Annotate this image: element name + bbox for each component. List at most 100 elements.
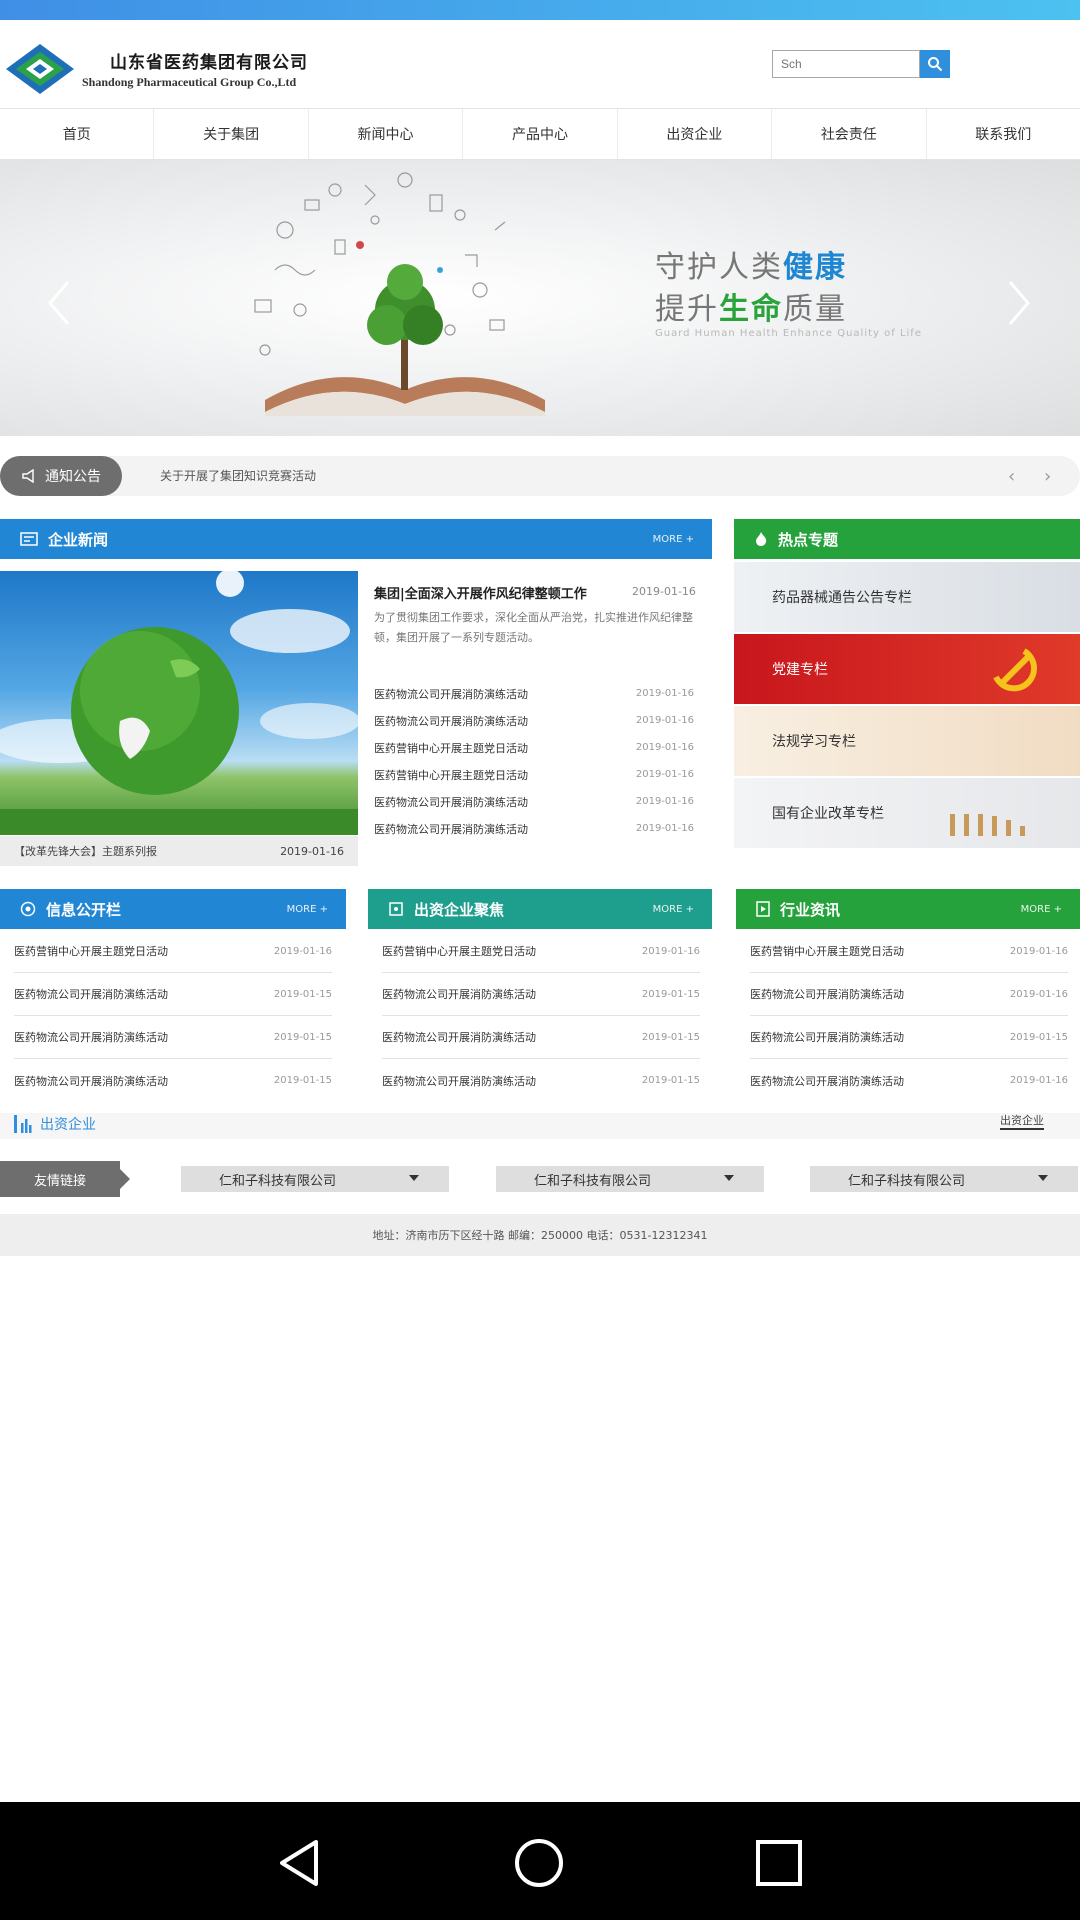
chevron-down-icon xyxy=(1038,1175,1048,1181)
news-list-item[interactable]: 医药物流公司开展消防演练活动 2019-01-16 xyxy=(374,815,694,842)
bar-chart-icon xyxy=(14,1115,32,1133)
banner-prev-arrow[interactable] xyxy=(44,278,74,328)
search-icon xyxy=(928,57,943,72)
recents-icon[interactable] xyxy=(752,1836,806,1890)
list-item[interactable]: 医药营销中心开展主题党日活动 2019-01-16 xyxy=(382,930,700,973)
main-nav: 首页 关于集团 新闻中心 产品中心 出资企业 社会责任 联系我们 xyxy=(0,108,1080,160)
invested-enterprises-title: 出资企业 xyxy=(14,1114,96,1134)
info-disclosure-more-link[interactable]: MORE + xyxy=(287,904,328,915)
topic-law-study-label: 法规学习专栏 xyxy=(772,734,856,750)
list-item[interactable]: 医药物流公司开展消防演练活动 2019-01-15 xyxy=(382,1059,700,1102)
news-headline-desc: 为了贯彻集团工作要求，深化全面从严治党，扎实推进作风纪律整顿，集团开展了一系列专… xyxy=(374,611,693,644)
news-list-item[interactable]: 医药营销中心开展主题党日活动 2019-01-16 xyxy=(374,761,694,788)
list-item[interactable]: 医药物流公司开展消防演练活动 2019-01-15 xyxy=(14,1059,332,1102)
news-featured-image[interactable] xyxy=(0,571,358,835)
notice-next-icon[interactable]: › xyxy=(1044,466,1051,487)
industry-news-list: 医药营销中心开展主题党日活动 2019-01-16 医药物流公司开展消防演练活动 2… xyxy=(750,930,1068,1102)
banner-slogan-line1: 守护人类健康 xyxy=(655,250,847,285)
enterprise-focus-header: 出资企业聚焦 MORE + xyxy=(368,889,712,929)
nav-item-home[interactable]: 首页 xyxy=(0,109,155,159)
search-input[interactable] xyxy=(775,53,917,75)
news-list-item[interactable]: 医药物流公司开展消防演练活动 2019-01-16 xyxy=(374,788,694,815)
android-nav-bar xyxy=(0,1802,1080,1920)
topic-soe-reform[interactable]: 国有企业改革专栏 xyxy=(734,778,1080,848)
status-bar xyxy=(0,0,1080,20)
nav-item-products[interactable]: 产品中心 xyxy=(463,109,618,159)
friendly-link-select-3[interactable]: 仁和子科技有限公司 xyxy=(810,1166,1078,1192)
nav-item-contact[interactable]: 联系我们 xyxy=(927,109,1080,159)
back-icon[interactable] xyxy=(272,1836,326,1890)
notice-prev-icon[interactable]: ‹ xyxy=(1008,466,1015,487)
company-news-title: 企业新闻 xyxy=(48,530,109,549)
search-button[interactable] xyxy=(920,50,950,78)
news-list-item[interactable]: 医药物流公司开展消防演练活动 2019-01-16 xyxy=(374,707,694,734)
news-image-caption[interactable]: 【改革先锋大会】主题系列报 2019-01-16 xyxy=(0,836,358,866)
document-icon xyxy=(756,901,770,917)
topic-party-building-label: 党建专栏 xyxy=(772,662,828,678)
news-list-item[interactable]: 医药物流公司开展消防演练活动 2019-01-16 xyxy=(374,680,694,707)
select-value: 仁和子科技有限公司 xyxy=(219,1173,337,1189)
search-box xyxy=(772,50,920,78)
company-news-more-link[interactable]: MORE + xyxy=(653,534,694,545)
enterprise-focus-list: 医药营销中心开展主题党日活动 2019-01-16 医药物流公司开展消防演练活动 2… xyxy=(382,930,700,1102)
nav-item-news[interactable]: 新闻中心 xyxy=(309,109,464,159)
topic-drug-notices-label: 药品器械通告公告专栏 xyxy=(772,590,912,606)
topic-soe-reform-label: 国有企业改革专栏 xyxy=(772,806,884,822)
invested-enterprises-more-link[interactable]: 出资企业 xyxy=(1000,1112,1044,1130)
friendly-link-select-2[interactable]: 仁和子科技有限公司 xyxy=(496,1166,764,1192)
list-item[interactable]: 医药营销中心开展主题党日活动 2019-01-16 xyxy=(750,930,1068,973)
banner-next-arrow[interactable] xyxy=(1004,278,1034,328)
info-disclosure-list: 医药营销中心开展主题党日活动 2019-01-16 医药物流公司开展消防演练活动 2… xyxy=(14,930,332,1102)
industry-news-header: 行业资讯 MORE + xyxy=(736,889,1080,929)
notice-tag-label: 通知公告 xyxy=(45,469,101,485)
enterprise-focus-more-link[interactable]: MORE + xyxy=(653,904,694,915)
friendly-links-tag: 友情链接 xyxy=(0,1161,130,1197)
enterprise-focus-title: 出资企业聚焦 xyxy=(414,900,505,919)
industry-news-more-link[interactable]: MORE + xyxy=(1021,904,1062,915)
dominoes-icon xyxy=(950,814,1025,836)
hammer-sickle-icon xyxy=(993,648,1038,692)
topic-party-building[interactable]: 党建专栏 xyxy=(734,634,1080,704)
banner-subtitle: Guard Human Health Enhance Quality of Li… xyxy=(655,328,922,339)
company-news-list: 医药物流公司开展消防演练活动 2019-01-16 医药物流公司开展消防演练活动 2… xyxy=(374,680,694,842)
nav-item-about[interactable]: 关于集团 xyxy=(154,109,309,159)
news-list-item[interactable]: 医药营销中心开展主题党日活动 2019-01-16 xyxy=(374,734,694,761)
news-caption-title: 【改革先锋大会】主题系列报 xyxy=(14,845,157,858)
invested-enterprises-bar xyxy=(0,1113,1080,1139)
hot-topics-header: 热点专题 xyxy=(734,519,1080,559)
invested-enterprises-label: 出资企业 xyxy=(40,1117,96,1133)
company-news-header: 企业新闻 MORE + xyxy=(0,519,712,559)
chevron-down-icon xyxy=(409,1175,419,1181)
industry-news-title: 行业资讯 xyxy=(780,900,841,919)
notice-text[interactable]: 关于开展了集团知识竞赛活动 xyxy=(160,467,316,484)
nav-item-enterprises[interactable]: 出资企业 xyxy=(618,109,773,159)
list-item[interactable]: 医药物流公司开展消防演练活动 2019-01-15 xyxy=(14,973,332,1016)
list-item[interactable]: 医药物流公司开展消防演练活动 2019-01-15 xyxy=(382,973,700,1016)
list-item[interactable]: 医药物流公司开展消防演练活动 2019-01-16 xyxy=(750,973,1068,1016)
select-value: 仁和子科技有限公司 xyxy=(534,1173,652,1189)
topic-law-study[interactable]: 法规学习专栏 xyxy=(734,706,1080,776)
company-logo-icon xyxy=(6,44,74,94)
focus-icon xyxy=(388,901,404,917)
nav-item-responsibility[interactable]: 社会责任 xyxy=(772,109,927,159)
home-icon[interactable] xyxy=(512,1836,566,1890)
topic-drug-notices[interactable]: 药品器械通告公告专栏 xyxy=(734,562,1080,632)
info-badge-icon xyxy=(20,901,36,917)
chevron-down-icon xyxy=(724,1175,734,1181)
company-name-en: Shandong Pharmaceutical Group Co.,Ltd xyxy=(82,75,297,89)
list-item[interactable]: 医药物流公司开展消防演练活动 2019-01-15 xyxy=(750,1016,1068,1059)
hero-banner: 守护人类健康 提升生命质量 Guard Human Health Enhance… xyxy=(0,160,1080,436)
info-disclosure-header: 信息公开栏 MORE + xyxy=(0,889,346,929)
flame-icon xyxy=(754,531,768,547)
list-item[interactable]: 医药物流公司开展消防演练活动 2019-01-15 xyxy=(382,1016,700,1059)
notice-tag[interactable]: 通知公告 xyxy=(0,456,122,496)
list-item[interactable]: 医药物流公司开展消防演练活动 2019-01-15 xyxy=(14,1016,332,1059)
banner-slogan-line2: 提升生命质量 xyxy=(655,292,847,327)
notice-bar: 通知公告 关于开展了集团知识竞赛活动 ‹ › xyxy=(0,456,1080,496)
news-caption-date: 2019-01-16 xyxy=(280,844,344,858)
list-item[interactable]: 医药物流公司开展消防演练活动 2019-01-16 xyxy=(750,1059,1068,1102)
friendly-link-select-1[interactable]: 仁和子科技有限公司 xyxy=(181,1166,449,1192)
banner-illustration xyxy=(254,172,545,416)
site-footer: 地址：济南市历下区经十路 邮编：250000 电话：0531-12312341 xyxy=(0,1214,1080,1256)
list-item[interactable]: 医药营销中心开展主题党日活动 2019-01-16 xyxy=(14,930,332,973)
